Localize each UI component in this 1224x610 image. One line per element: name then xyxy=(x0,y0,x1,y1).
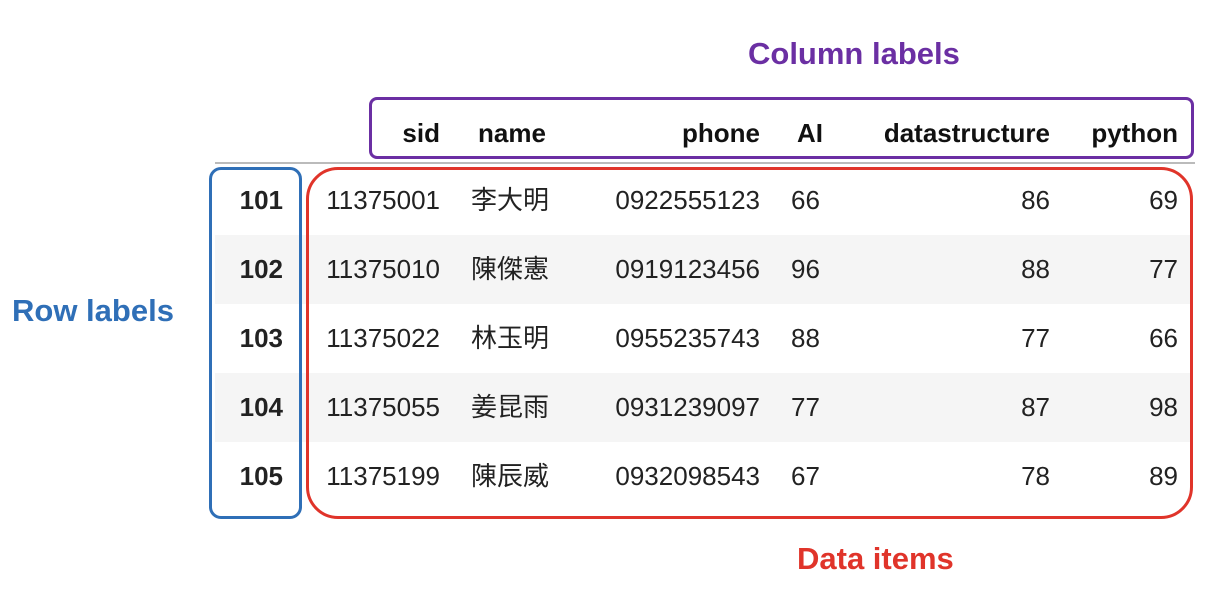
column-labels-annotation: Column labels xyxy=(748,36,960,71)
data-items-box xyxy=(306,167,1193,519)
column-labels-box xyxy=(369,97,1194,159)
row-labels-box xyxy=(209,167,302,519)
row-labels-annotation: Row labels xyxy=(12,293,174,328)
header-divider xyxy=(215,162,1195,164)
data-items-annotation: Data items xyxy=(797,541,954,576)
